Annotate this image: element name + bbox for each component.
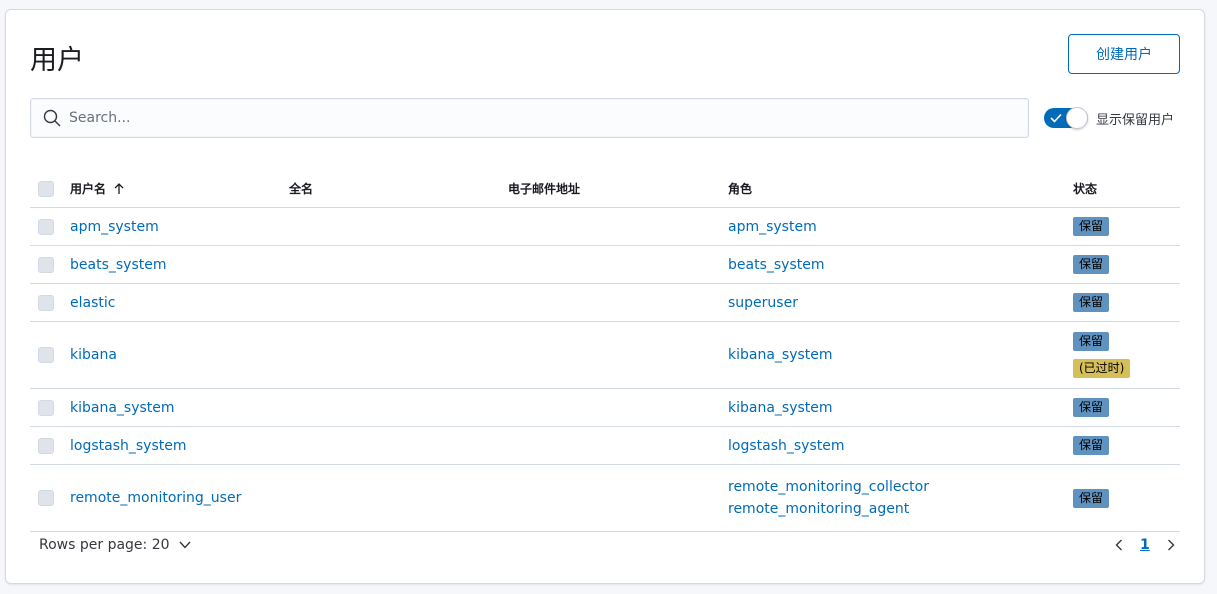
header-email[interactable]: 电子邮件地址 bbox=[508, 170, 580, 207]
header-full-name[interactable]: 全名 bbox=[289, 170, 313, 207]
role-link[interactable]: remote_monitoring_collector bbox=[728, 479, 929, 495]
header-status: 状态 bbox=[1073, 182, 1098, 196]
username-link[interactable]: beats_system bbox=[70, 257, 166, 273]
search-input[interactable] bbox=[69, 110, 969, 126]
username-link[interactable]: elastic bbox=[70, 295, 115, 311]
reserved-badge: 保留 bbox=[1073, 488, 1110, 508]
table-header-row: 用户名 全名 电子邮件地址 角色 状态 bbox=[30, 170, 1180, 208]
reserved-badge: 保留 bbox=[1073, 436, 1110, 455]
chevron-right-icon[interactable] bbox=[1164, 538, 1178, 552]
role-link[interactable]: beats_system bbox=[728, 257, 824, 273]
show-reserved-toggle-group[interactable]: 显示保留用户 bbox=[1044, 107, 1175, 129]
rows-per-page-label: Rows per page: 20 bbox=[39, 537, 170, 553]
create-user-button[interactable]: 创建用户 bbox=[1068, 34, 1180, 74]
role-link[interactable]: apm_system bbox=[728, 219, 817, 235]
rows-per-page-selector[interactable]: Rows per page: 20 bbox=[39, 537, 192, 553]
page-title: 用户 bbox=[30, 45, 84, 76]
role-link[interactable]: logstash_system bbox=[728, 438, 844, 454]
header-roles: 角色 bbox=[728, 182, 753, 196]
table-row: logstash_system logstash_system 保留 bbox=[30, 427, 1180, 465]
table-row: kibana kibana_system 保留 (已过时) bbox=[30, 322, 1180, 389]
row-checkbox[interactable] bbox=[38, 347, 54, 363]
role-link[interactable]: kibana_system bbox=[728, 347, 833, 363]
header-username[interactable]: 用户名 bbox=[70, 170, 126, 207]
reserved-badge: 保留 bbox=[1073, 255, 1110, 274]
reserved-badge: 保留 bbox=[1073, 217, 1110, 236]
row-checkbox[interactable] bbox=[38, 294, 54, 311]
deprecated-badge: (已过时) bbox=[1073, 359, 1131, 378]
row-checkbox[interactable] bbox=[38, 256, 54, 273]
table-row: elastic superuser 保留 bbox=[30, 284, 1180, 322]
show-reserved-toggle[interactable] bbox=[1044, 107, 1088, 129]
page-number-button[interactable]: 1 bbox=[1140, 537, 1150, 553]
row-checkbox[interactable] bbox=[38, 490, 54, 506]
reserved-badge: 保留 bbox=[1073, 293, 1110, 312]
role-link[interactable]: remote_monitoring_agent bbox=[728, 501, 909, 517]
select-all-checkbox[interactable] bbox=[38, 180, 54, 197]
username-link[interactable]: remote_monitoring_user bbox=[70, 490, 241, 506]
username-link[interactable]: kibana bbox=[70, 347, 117, 363]
sort-ascending-icon bbox=[114, 182, 124, 194]
row-checkbox[interactable] bbox=[38, 399, 54, 416]
table-row: kibana_system kibana_system 保留 bbox=[30, 389, 1180, 427]
role-link[interactable]: superuser bbox=[728, 295, 798, 311]
chevron-left-icon[interactable] bbox=[1112, 538, 1126, 552]
role-link[interactable]: kibana_system bbox=[728, 400, 833, 416]
row-checkbox[interactable] bbox=[38, 218, 54, 235]
username-link[interactable]: apm_system bbox=[70, 219, 159, 235]
table-row: remote_monitoring_user remote_monitoring_… bbox=[30, 465, 1180, 532]
search-box[interactable] bbox=[30, 98, 1029, 138]
chevron-down-icon bbox=[178, 541, 191, 549]
reserved-badge: 保留 bbox=[1073, 332, 1110, 351]
toggle-knob bbox=[1066, 107, 1088, 129]
users-panel: 用户 创建用户 显示保留用户 用户名 全名 bbox=[5, 9, 1205, 584]
header-username-label: 用户名 bbox=[70, 182, 107, 196]
reserved-badge: 保留 bbox=[1073, 398, 1110, 417]
check-icon bbox=[1050, 113, 1062, 123]
pagination: 1 bbox=[1112, 537, 1178, 553]
username-link[interactable]: logstash_system bbox=[70, 438, 186, 454]
username-link[interactable]: kibana_system bbox=[70, 400, 175, 416]
search-icon bbox=[43, 109, 61, 127]
table-row: apm_system apm_system 保留 bbox=[30, 208, 1180, 246]
row-checkbox[interactable] bbox=[38, 437, 54, 454]
table-row: beats_system beats_system 保留 bbox=[30, 246, 1180, 284]
show-reserved-label: 显示保留用户 bbox=[1096, 112, 1175, 128]
